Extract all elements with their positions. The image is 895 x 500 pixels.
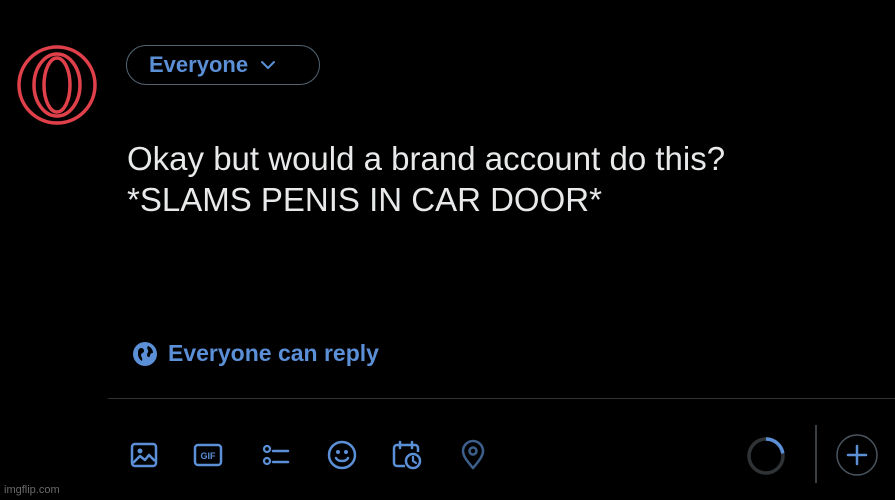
opera-logo-icon [17, 45, 97, 125]
reply-setting-label: Everyone can reply [168, 340, 379, 366]
emoji-button[interactable] [325, 437, 359, 473]
watermark: imgflip.com [4, 484, 60, 496]
gif-icon: GIF [193, 443, 223, 467]
media-button[interactable] [127, 437, 161, 473]
gif-label: GIF [201, 451, 217, 461]
toolbar-separator [815, 425, 817, 483]
location-button[interactable] [456, 437, 490, 473]
post-text-line: *SLAMS PENIS IN CAR DOOR* [127, 181, 602, 218]
schedule-button[interactable] [390, 437, 424, 473]
audience-selector-button[interactable]: Everyone [126, 45, 320, 85]
add-post-icon [836, 434, 878, 476]
avatar[interactable] [17, 45, 97, 125]
poll-button[interactable] [259, 437, 293, 473]
post-text-line: Okay but would a brand account do this? [127, 140, 726, 177]
audience-label: Everyone [149, 52, 249, 77]
gif-button[interactable]: GIF [191, 437, 225, 473]
post-text-input[interactable]: Okay but would a brand account do this? … [127, 138, 867, 220]
emoji-icon [327, 440, 357, 470]
chevron-down-icon [261, 61, 276, 69]
image-icon [130, 442, 158, 468]
schedule-icon [392, 440, 422, 470]
character-progress [745, 435, 787, 477]
globe-icon [133, 341, 157, 366]
character-progress-ring [747, 437, 785, 475]
add-post-button[interactable] [835, 433, 879, 477]
poll-icon [262, 444, 290, 466]
location-icon [461, 439, 485, 470]
reply-setting-button[interactable]: Everyone can reply [132, 340, 379, 367]
divider [108, 398, 895, 399]
